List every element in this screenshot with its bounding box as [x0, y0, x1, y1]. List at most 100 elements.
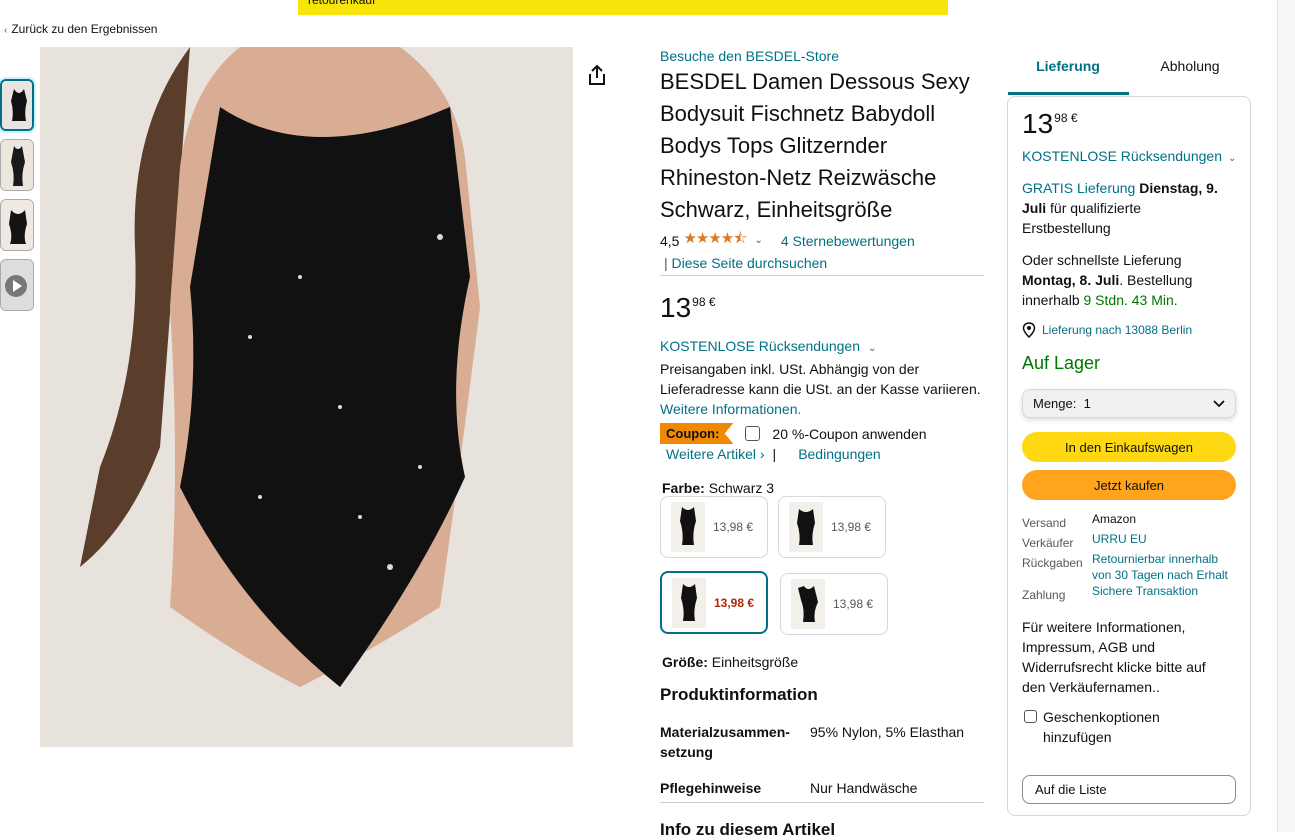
buybox-price: 13 98 € [1022, 110, 1078, 138]
chevron-down-icon[interactable]: ⌄ [868, 343, 876, 354]
price: 13 98 € [660, 294, 984, 322]
coupon-badge: Coupon: [660, 423, 734, 444]
delivery-location[interactable]: Lieferung nach 13088 Berlin [1022, 322, 1192, 338]
thumbnail-2[interactable] [0, 139, 34, 191]
detail-label: Versand [1022, 516, 1067, 530]
stock-status: Auf Lager [1022, 353, 1101, 373]
size-row: Größe: Einheitsgröße [662, 652, 798, 672]
thumbnail-video[interactable] [0, 259, 34, 311]
gift-checkbox[interactable] [1024, 710, 1037, 723]
fast-date: Montag, 8. Juli [1022, 272, 1120, 288]
product-info-heading: Produktinformation [660, 685, 818, 704]
buy-now-button[interactable]: Jetzt kaufen [1022, 470, 1236, 500]
details-values: Amazon URRU EU Retournierbar innerhalb v… [1092, 511, 1236, 599]
swatch-image [791, 579, 825, 629]
tab-pickup[interactable]: Abholung [1130, 58, 1250, 74]
back-label: Zurück zu den Ergebnissen [11, 22, 158, 36]
list-button-label: Auf die Liste [1035, 782, 1107, 797]
table-row: Materialzusammen-setzung 95% Nylon, 5% E… [660, 722, 984, 770]
size-value: Einheitsgröße [711, 654, 799, 670]
info-value: 95% Nylon, 5% Elasthan [810, 724, 965, 740]
store-link[interactable]: Besuche den BESDEL-Store [660, 48, 984, 64]
thumbnail-1[interactable] [0, 79, 34, 131]
product-title: BESDEL Damen Dessous Sexy Bodysuit Fisch… [660, 69, 970, 222]
color-swatch-3-selected[interactable]: 13,98 € [660, 571, 768, 634]
gift-option[interactable]: Geschenkoptionen hinzufügen [1024, 707, 1224, 747]
coupon-checkbox[interactable] [745, 426, 761, 441]
rating-value: 4,5 [660, 232, 680, 249]
divider [660, 275, 984, 276]
product-info-table: Materialzusammen-setzung 95% Nylon, 5% E… [660, 722, 984, 806]
swatch-price: 13,98 € [831, 520, 872, 534]
detail-label: Zahlung [1022, 588, 1066, 602]
scrollbar[interactable] [1277, 0, 1295, 832]
free-delivery-link[interactable]: GRATIS Lieferung [1022, 180, 1135, 196]
delivery-info: GRATIS Lieferung Dienstag, 9. Juli für q… [1022, 178, 1228, 238]
payment-link[interactable]: Sichere Transaktion [1092, 583, 1236, 599]
location-link[interactable]: Lieferung nach 13088 Berlin [1042, 323, 1192, 337]
share-button[interactable] [580, 58, 614, 92]
back-to-results-link[interactable]: ‹ Zurück zu den Ergebnissen [4, 22, 157, 36]
thumbnail-3[interactable] [0, 199, 34, 251]
free-returns-row[interactable]: KOSTENLOSE Rücksendungen ⌄ [660, 336, 984, 359]
coupon-more-link[interactable]: Weitere Artikel › [666, 446, 765, 462]
fast-delivery-info: Oder schnellste Lieferung Montag, 8. Jul… [1022, 250, 1228, 310]
buybox-free-returns[interactable]: KOSTENLOSE Rücksendungen ⌄ [1022, 146, 1236, 169]
color-swatch-4[interactable]: 13,98 € [780, 573, 888, 635]
detail-label: Verkäufer [1022, 536, 1074, 550]
rating-count-link[interactable]: 4 Sternebewertungen [781, 233, 915, 249]
chevron-left-icon: ‹ [4, 25, 8, 36]
coupon-apply-label[interactable]: 20 %-Coupon anwenden [772, 424, 926, 444]
star-rating-icon[interactable]: ★★★★⯪ [683, 228, 747, 253]
chevron-down-icon [1213, 399, 1225, 407]
qty-label: Menge: [1033, 396, 1077, 411]
table-row: Pflegehinweise Nur Handwäsche [660, 770, 984, 806]
price-fraction: 98 € [1054, 111, 1078, 125]
tab-active-indicator [1008, 92, 1129, 95]
rating-row: 4,5 ★★★★⯪ ⌄ 4 Sternebewertungen [660, 228, 984, 253]
swatch-image [672, 577, 706, 628]
coupon-terms-link[interactable]: Bedingungen [798, 446, 881, 462]
promo-banner: retourenkauf [298, 0, 948, 15]
add-to-cart-button[interactable]: In den Einkaufswagen [1022, 432, 1236, 462]
qty-value: 1 [1083, 396, 1091, 411]
color-swatch-1[interactable]: 13,98 € [660, 496, 768, 558]
coupon-links: Weitere Artikel › | Bedingungen [666, 446, 881, 462]
buy-now-label: Jetzt kaufen [1093, 477, 1165, 493]
search-page-link[interactable]: Diese Seite durchsuchen [672, 255, 828, 271]
chevron-down-icon[interactable]: ⌄ [754, 235, 762, 246]
fast-countdown: 9 Stdn. 43 Min. [1083, 292, 1178, 308]
tab-delivery-label: Lieferung [1036, 58, 1100, 74]
gift-label[interactable]: Geschenkoptionen hinzufügen [1043, 707, 1224, 747]
tax-note: Preisangaben inkl. USt. Abhängig von der… [660, 361, 981, 397]
free-returns-link[interactable]: KOSTENLOSE Rücksendungen [1022, 148, 1222, 164]
fast-prefix: Oder schnellste Lieferung [1022, 252, 1182, 268]
swatch-price: 13,98 € [833, 597, 874, 611]
more-info-link[interactable]: Weitere Informationen. [660, 399, 984, 419]
swatch-price: 13,98 € [713, 520, 754, 534]
color-swatch-2[interactable]: 13,98 € [778, 496, 886, 558]
product-details: Besuche den BESDEL-Store BESDEL Damen De… [660, 48, 984, 498]
add-to-cart-label: In den Einkaufswagen [1065, 439, 1193, 455]
main-product-image[interactable] [40, 47, 623, 747]
free-returns-link[interactable]: KOSTENLOSE Rücksendungen [660, 338, 860, 354]
seller-link[interactable]: URRU EU [1092, 531, 1236, 547]
size-label: Größe: [662, 654, 708, 670]
swatch-image [671, 502, 705, 552]
color-label: Farbe: [662, 480, 705, 496]
swatch-image [789, 502, 823, 552]
swatch-price: 13,98 € [714, 595, 755, 610]
info-value: Nur Handwäsche [810, 780, 918, 796]
quantity-select[interactable]: Menge: 1 [1022, 389, 1236, 418]
tab-delivery[interactable]: Lieferung [1008, 58, 1128, 74]
color-row: Farbe: Schwarz 3 [662, 478, 984, 498]
tab-pickup-label: Abholung [1160, 58, 1220, 74]
price-whole: 13 [1022, 108, 1054, 139]
seller-note: Für weitere Informationen, Impressum, AG… [1022, 619, 1206, 695]
price-fraction: 98 € [692, 295, 716, 309]
returns-link[interactable]: Retournierbar innerhalb von 30 Tagen nac… [1092, 551, 1236, 583]
chevron-down-icon[interactable]: ⌄ [1228, 153, 1236, 164]
add-to-list-button[interactable]: Auf die Liste [1022, 775, 1236, 804]
coupon-row: Coupon: 20 %-Coupon anwenden [660, 423, 984, 444]
share-icon [589, 64, 605, 85]
